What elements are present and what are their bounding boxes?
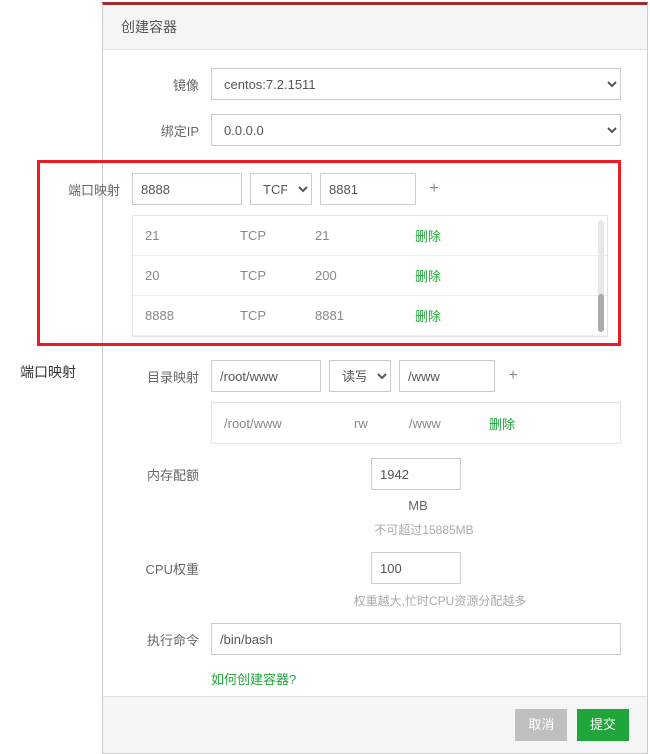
port-dst-cell: 200	[315, 268, 415, 283]
scrollbar[interactable]	[598, 220, 604, 332]
table-row: 8888 TCP 8881 删除	[133, 296, 607, 336]
dir-dst-cell: /www	[409, 416, 489, 431]
scrollbar-thumb[interactable]	[598, 294, 604, 332]
port-src-input[interactable]	[132, 173, 242, 205]
port-proto-cell: TCP	[240, 228, 315, 243]
port-dst-input[interactable]	[320, 173, 416, 205]
cancel-button[interactable]: 取消	[515, 709, 567, 741]
port-proto-cell: TCP	[240, 268, 315, 283]
port-delete-link[interactable]: 删除	[415, 306, 441, 325]
label-image: 镜像	[129, 68, 199, 94]
mem-hint: 不可超过15885MB	[374, 521, 473, 538]
cpu-hint: 权重越大,忙时CPU资源分配越多	[354, 592, 527, 609]
label-bindip: 绑定IP	[129, 114, 199, 140]
dir-add-button[interactable]: +	[503, 366, 523, 386]
port-src-cell: 8888	[145, 308, 240, 323]
dialog: 创建容器 镜像 centos:7.2.1511 绑定IP 0.0.0.0 端口映…	[102, 2, 648, 754]
port-proto-cell: TCP	[240, 308, 315, 323]
dialog-title: 创建容器	[103, 5, 647, 50]
port-dst-cell: 21	[315, 228, 415, 243]
bindip-select[interactable]: 0.0.0.0	[211, 114, 621, 146]
dir-src-input[interactable]	[211, 360, 321, 392]
mem-unit: MB	[408, 498, 428, 513]
table-row: /root/www rw /www 删除	[212, 403, 620, 443]
table-row: 21 TCP 21 删除	[133, 216, 607, 256]
dir-dst-input[interactable]	[399, 360, 495, 392]
port-dst-cell: 8881	[315, 308, 415, 323]
port-src-cell: 21	[145, 228, 240, 243]
image-select[interactable]: centos:7.2.1511	[211, 68, 621, 100]
port-mapping-highlight: 端口映射 TCP + 21 TCP 21	[37, 160, 621, 346]
dir-mode-select[interactable]: 读写	[329, 360, 391, 392]
port-add-button[interactable]: +	[424, 179, 444, 199]
port-delete-link[interactable]: 删除	[415, 266, 441, 285]
label-cpu: CPU权重	[129, 552, 199, 578]
label-portmap: 端口映射	[50, 173, 120, 199]
dialog-footer: 取消 提交	[103, 696, 647, 753]
submit-button[interactable]: 提交	[577, 709, 629, 741]
port-src-cell: 20	[145, 268, 240, 283]
port-proto-select[interactable]: TCP	[250, 173, 312, 205]
dir-table: /root/www rw /www 删除	[211, 402, 621, 444]
label-mem: 内存配额	[129, 458, 199, 484]
dir-mode-cell: rw	[354, 416, 409, 431]
annotation-label: 端口映射	[20, 362, 76, 382]
dir-src-cell: /root/www	[224, 416, 354, 431]
mem-input[interactable]	[371, 458, 461, 490]
label-cmd: 执行命令	[129, 623, 199, 649]
table-row: 20 TCP 200 删除	[133, 256, 607, 296]
cmd-input[interactable]	[211, 623, 621, 655]
dir-delete-link[interactable]: 删除	[489, 414, 515, 433]
port-delete-link[interactable]: 删除	[415, 226, 441, 245]
port-table: 21 TCP 21 删除 20 TCP 200 删除 8888	[132, 215, 608, 337]
help-link[interactable]: 如何创建容器?	[211, 669, 621, 688]
label-dirmap: 目录映射	[129, 360, 199, 386]
cpu-input[interactable]	[371, 552, 461, 584]
